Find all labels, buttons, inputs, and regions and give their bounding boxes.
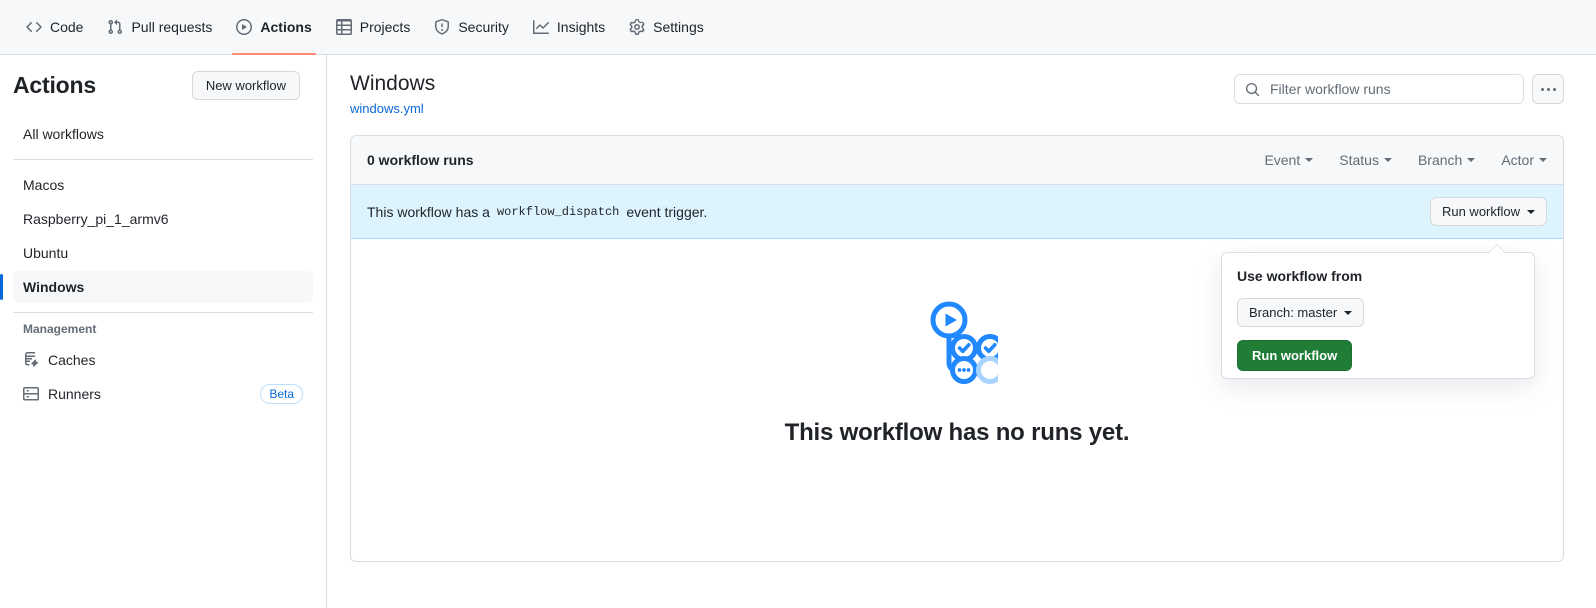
nav-item-code[interactable]: Code bbox=[14, 0, 95, 55]
kebab-horizontal-icon[interactable] bbox=[1532, 74, 1564, 104]
workflow-header-text: Windows windows.yml bbox=[350, 70, 435, 116]
search-input[interactable] bbox=[1268, 80, 1513, 98]
nav-item-actions[interactable]: Actions bbox=[224, 0, 323, 55]
nav-item-label: Pull requests bbox=[131, 19, 213, 35]
filter-label: Actor bbox=[1501, 152, 1534, 168]
cache-icon bbox=[23, 352, 39, 368]
sidebar-item-all-workflows[interactable]: All workflows bbox=[13, 118, 313, 150]
workflow-header: Windows windows.yml bbox=[350, 70, 1564, 116]
filter-status[interactable]: Status bbox=[1339, 152, 1392, 168]
sidebar-item-label: Ubuntu bbox=[23, 245, 69, 261]
chevron-down-icon bbox=[1527, 209, 1535, 214]
sidebar-item-label: Caches bbox=[48, 352, 96, 368]
filter-label: Event bbox=[1264, 152, 1301, 168]
chevron-down-icon bbox=[1539, 158, 1547, 162]
filter-actor[interactable]: Actor bbox=[1501, 152, 1547, 168]
chevron-down-icon bbox=[1305, 158, 1314, 162]
nav-item-label: Security bbox=[458, 19, 509, 35]
filter-branch[interactable]: Branch bbox=[1417, 152, 1476, 168]
nav-item-label: Code bbox=[50, 19, 84, 35]
nav-item-label: Insights bbox=[556, 19, 606, 35]
sidebar-item-caches[interactable]: Caches bbox=[13, 344, 313, 376]
code-icon bbox=[26, 19, 42, 35]
run-workflow-button-label: Run workflow bbox=[1441, 204, 1520, 219]
runs-count-label: 0 workflow runs bbox=[367, 152, 474, 168]
sidebar-item-windows[interactable]: Windows bbox=[0, 271, 313, 303]
sidebar-item-label: Macos bbox=[23, 177, 65, 193]
chevron-down-icon bbox=[1344, 310, 1353, 315]
sidebar-item-label: Runners bbox=[48, 386, 101, 402]
workflow-runs-illustration bbox=[916, 301, 1004, 390]
chevron-down-icon bbox=[1383, 158, 1392, 162]
gear-icon bbox=[629, 19, 645, 35]
run-filters: Event Status Branch Actor bbox=[1264, 152, 1547, 168]
page-title: Windows bbox=[350, 72, 436, 95]
sidebar-item-macos[interactable]: Macos bbox=[13, 169, 313, 201]
search-icon bbox=[1245, 82, 1260, 97]
play-circle-icon bbox=[236, 19, 253, 35]
nav-item-projects[interactable]: Projects bbox=[324, 0, 423, 55]
dispatch-text-after: event trigger. bbox=[626, 203, 708, 220]
actions-sidebar: Actions New workflow All workflows Macos… bbox=[0, 55, 327, 608]
server-icon bbox=[23, 386, 39, 402]
workflow-runs-toolbar: 0 workflow runs Event Status Branch Acto… bbox=[351, 136, 1563, 185]
status-badge: Beta bbox=[260, 384, 303, 404]
sidebar-workflow-list: Macos Raspberry_pi_1_armv6 Ubuntu Window… bbox=[0, 169, 326, 303]
sidebar-item-ubuntu[interactable]: Ubuntu bbox=[13, 237, 313, 269]
sidebar-item-label: Windows bbox=[23, 279, 85, 295]
header-actions bbox=[1234, 70, 1564, 104]
sidebar-item-runners[interactable]: Runners Beta bbox=[13, 378, 313, 410]
workflow-file-link[interactable]: windows.yml bbox=[350, 101, 435, 116]
run-workflow-dropdown-panel: Use workflow from Branch: master Run wor… bbox=[1221, 244, 1535, 379]
nav-item-label: Settings bbox=[653, 19, 704, 35]
sidebar-all-workflows-group: All workflows bbox=[0, 118, 326, 150]
sidebar-divider-2 bbox=[13, 312, 313, 313]
nav-item-security[interactable]: Security bbox=[422, 0, 521, 55]
run-workflow-submit-button[interactable]: Run workflow bbox=[1237, 340, 1353, 371]
dispatch-event-code: workflow_dispatch bbox=[496, 204, 620, 219]
sidebar-header: Actions New workflow bbox=[0, 71, 326, 100]
git-pull-request-icon bbox=[107, 19, 123, 35]
sidebar-title: Actions bbox=[13, 72, 96, 98]
sidebar-divider-1 bbox=[13, 159, 313, 160]
nav-item-label: Projects bbox=[359, 19, 411, 35]
filter-event[interactable]: Event bbox=[1264, 152, 1314, 168]
chevron-down-icon bbox=[1467, 158, 1476, 162]
nav-item-settings[interactable]: Settings bbox=[617, 0, 716, 55]
empty-state-title: This workflow has no runs yet. bbox=[784, 419, 1130, 446]
run-workflow-dropdown-button[interactable]: Run workflow bbox=[1429, 197, 1547, 226]
nav-item-pull-requests[interactable]: Pull requests bbox=[95, 0, 224, 55]
dispatch-text-before: This workflow has a bbox=[367, 203, 490, 220]
repo-nav: Code Pull requests Actions Projects Secu… bbox=[0, 0, 1596, 55]
sidebar-item-label: All workflows bbox=[23, 126, 104, 142]
new-workflow-button[interactable]: New workflow bbox=[191, 71, 300, 100]
sidebar-management-list: Caches Runners Beta bbox=[0, 344, 326, 410]
branch-select-label: Branch: master bbox=[1249, 305, 1338, 320]
workflow-dispatch-banner: This workflow has a workflow_dispatch ev… bbox=[351, 185, 1563, 239]
branch-select-button[interactable]: Branch: master bbox=[1237, 298, 1365, 327]
nav-item-label: Actions bbox=[260, 19, 312, 35]
graph-icon bbox=[532, 19, 549, 35]
use-workflow-from-label: Use workflow from bbox=[1237, 268, 1363, 284]
table-icon bbox=[335, 19, 352, 35]
filter-label: Status bbox=[1339, 152, 1379, 168]
sidebar-management-label: Management bbox=[23, 322, 97, 336]
nav-item-insights[interactable]: Insights bbox=[521, 0, 617, 55]
filter-workflow-runs-box[interactable] bbox=[1234, 74, 1524, 104]
sidebar-item-label: Raspberry_pi_1_armv6 bbox=[23, 211, 169, 227]
sidebar-item-raspberry-pi-1-armv6[interactable]: Raspberry_pi_1_armv6 bbox=[13, 203, 313, 235]
shield-icon bbox=[434, 19, 450, 35]
filter-label: Branch bbox=[1417, 152, 1463, 168]
